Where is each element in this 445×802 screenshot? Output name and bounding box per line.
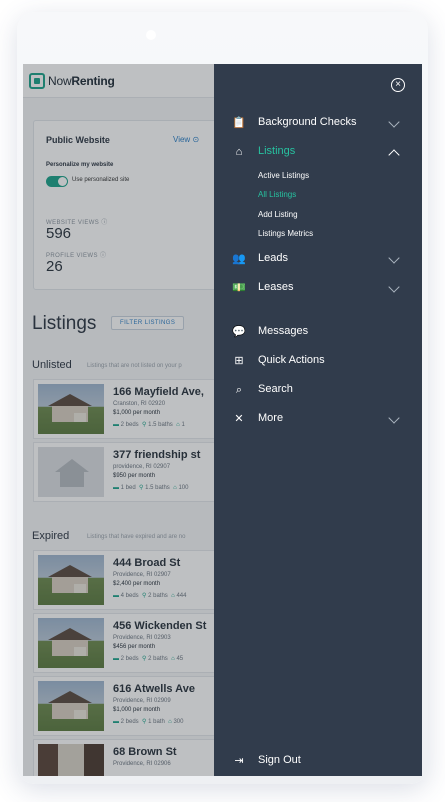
chat-icon: 💬: [232, 326, 246, 338]
menu-item-search[interactable]: ⌕ Search: [214, 380, 422, 400]
chevron-up-icon: [388, 149, 400, 161]
submenu-active-listings[interactable]: Active Listings: [258, 171, 309, 180]
menu-item-listings[interactable]: ⌂ Listings: [214, 142, 422, 162]
chevron-down-icon: [388, 281, 400, 293]
menu-item-leases[interactable]: 💵 Leases: [214, 278, 422, 298]
search-icon: ⌕: [235, 384, 243, 396]
submenu-add-listing[interactable]: Add Listing: [258, 210, 298, 219]
side-menu: × 📋 Background Checks ⌂ Listings Active …: [214, 64, 422, 776]
menu-item-sign-out[interactable]: ⇥ Sign Out: [214, 751, 422, 771]
submenu-all-listings[interactable]: All Listings: [258, 190, 296, 199]
menu-item-quick-actions[interactable]: ⊞ Quick Actions: [214, 351, 422, 371]
clipboard-icon: 📋: [232, 117, 246, 129]
sign-out-icon: ⇥: [234, 755, 244, 767]
home-icon: ⌂: [235, 146, 243, 158]
menu-item-leads[interactable]: 👥 Leads: [214, 249, 422, 269]
plus-icon: ⊞: [234, 355, 244, 367]
chevron-down-icon: [388, 252, 400, 264]
submenu-listings-metrics[interactable]: Listings Metrics: [258, 229, 313, 238]
menu-item-messages[interactable]: 💬 Messages: [214, 322, 422, 342]
close-icon[interactable]: ×: [391, 78, 405, 92]
menu-item-more[interactable]: ✕ More: [214, 409, 422, 429]
chevron-down-icon: [388, 412, 400, 424]
app-screen: NowRenting Public Website View ⊙ Persona…: [23, 64, 422, 776]
menu-overlay-scrim[interactable]: [23, 64, 214, 776]
chevron-down-icon: [388, 116, 400, 128]
people-icon: 👥: [232, 253, 246, 265]
menu-item-background-checks[interactable]: 📋 Background Checks: [214, 113, 422, 133]
tools-icon: ✕: [234, 413, 244, 425]
money-icon: 💵: [232, 282, 246, 294]
camera-dot: [146, 30, 156, 40]
